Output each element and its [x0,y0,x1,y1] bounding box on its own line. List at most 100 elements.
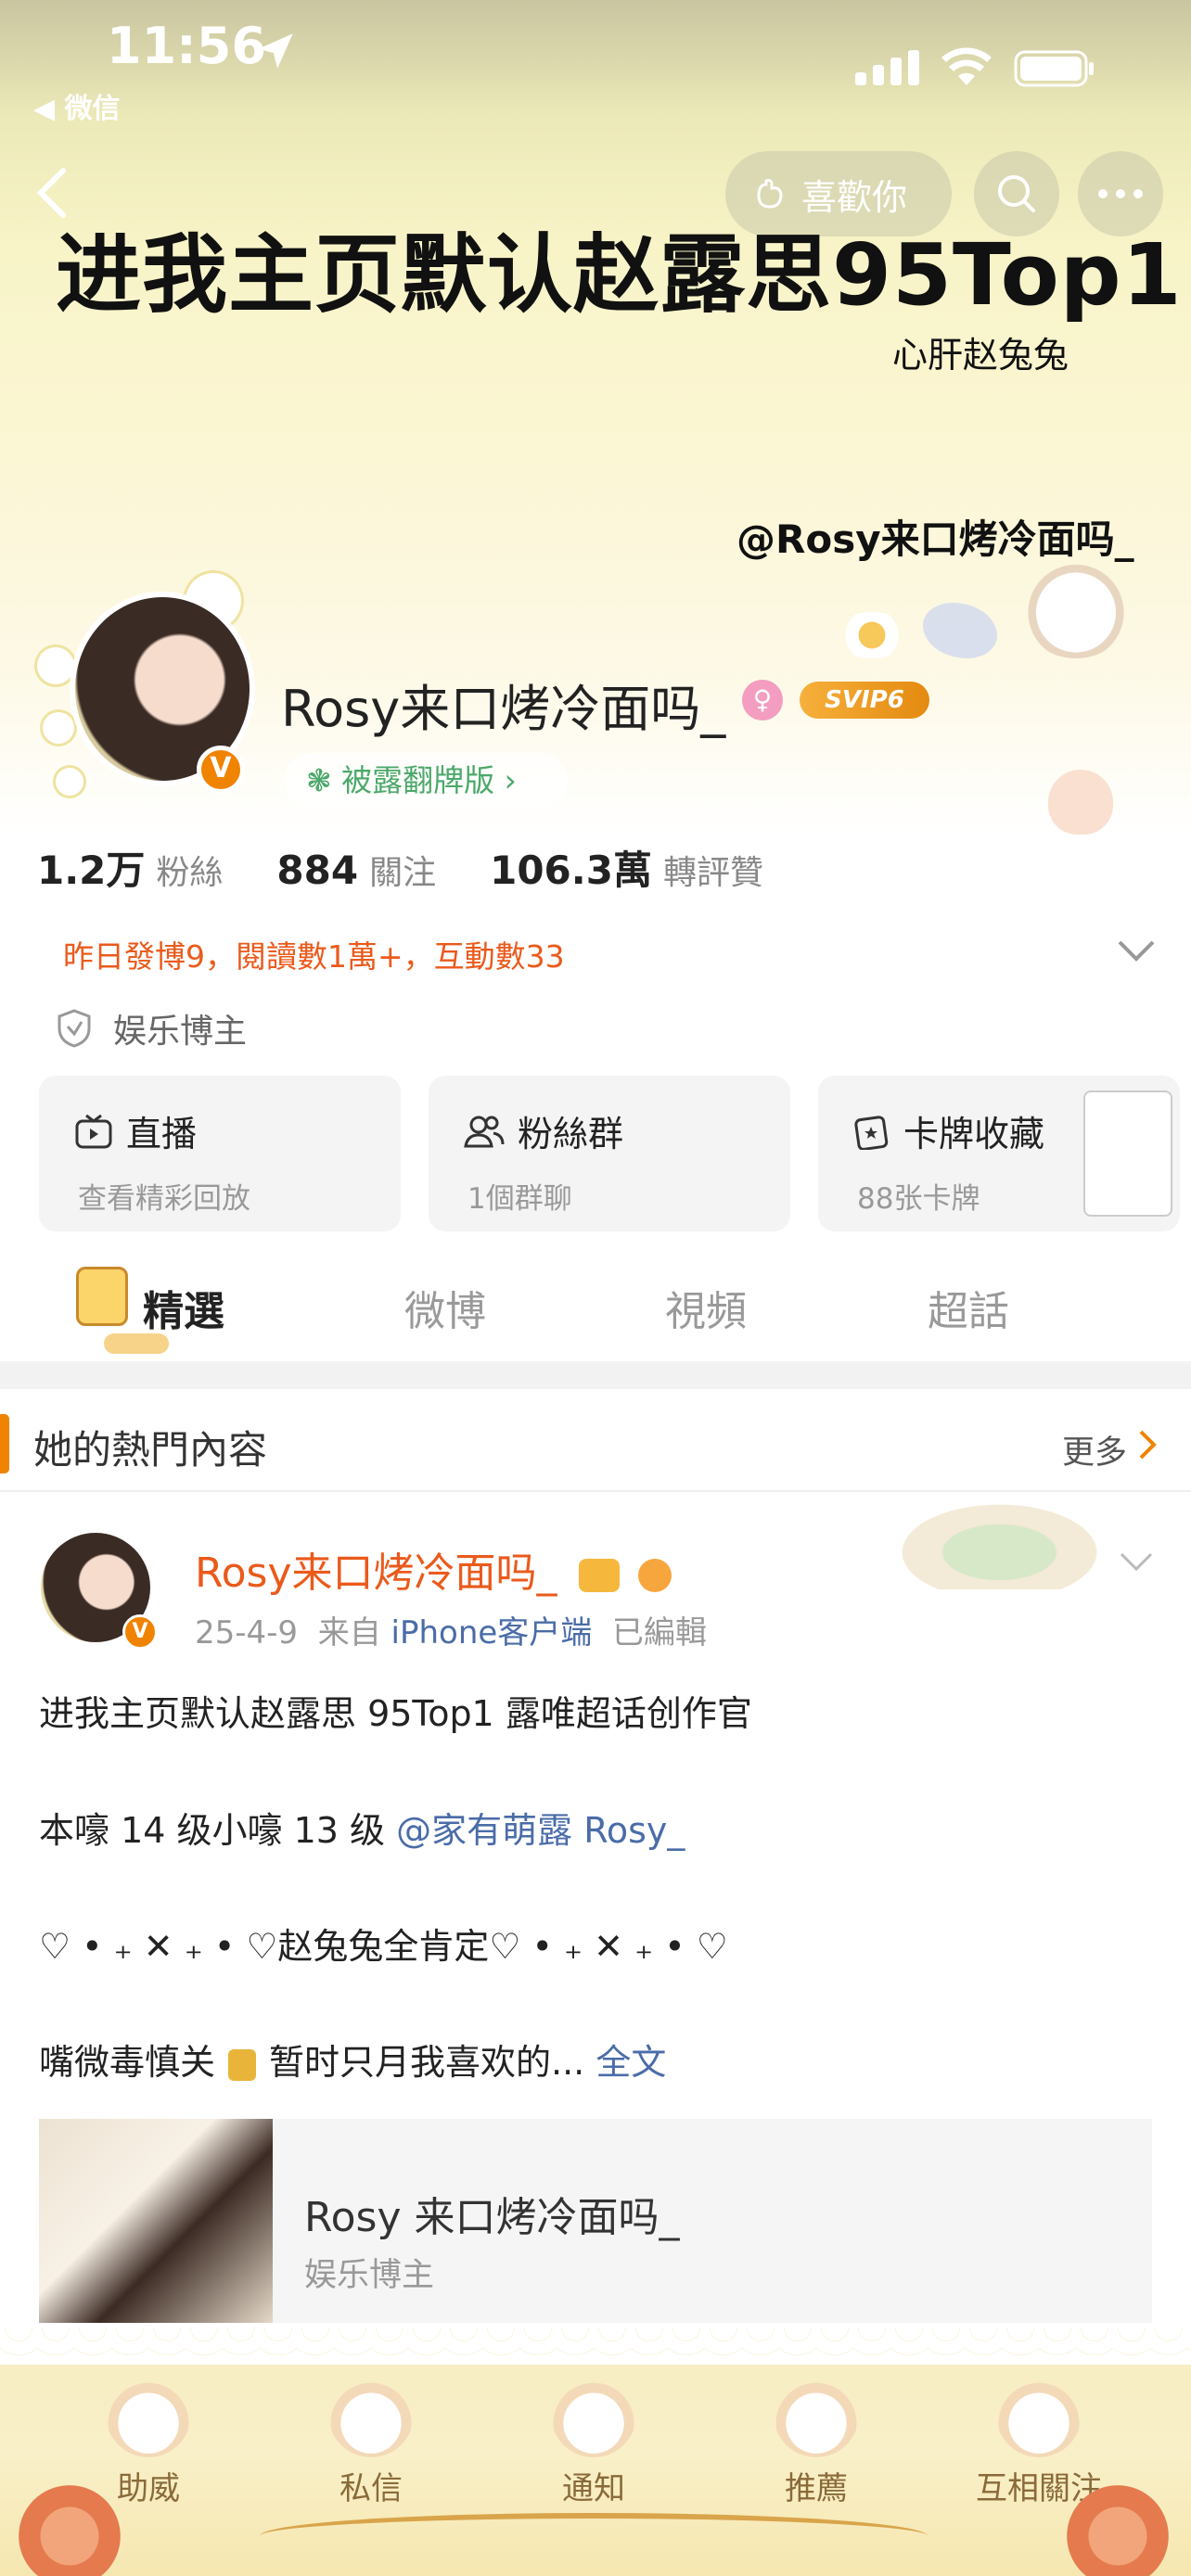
svip-badge[interactable]: SVIP6 [800,682,929,719]
custom-title-pill[interactable]: ❃ 被露翻牌版 › [284,753,568,809]
tab-videos[interactable]: 視頻 [665,1278,747,1337]
shared-profile-subtitle: 娱乐博主 [304,2257,435,2294]
bunny-icon [106,2372,191,2457]
profile-stats: 1.2万 粉絲 884 關注 106.3萬 轉評贊 [37,839,817,896]
location-arrow-icon [258,33,293,69]
activity-summary: 昨日發博9，閱讀數1萬+，互動數33 [63,938,565,975]
hot-content-title: 她的熱門內容 [33,1427,268,1473]
live-card-subtitle: 查看精彩回放 [78,1182,250,1216]
banner-subtitle: 心肝赵兔兔 [892,335,1069,376]
tab-notifications-label: 通知 [562,2470,625,2507]
bunny-icon [774,2372,859,2457]
section-accent-bar [0,1414,9,1473]
shield-icon [58,1009,91,1048]
ribbon-decoration [260,2513,928,2559]
followers-count[interactable]: 1.2万 [37,839,145,896]
post-date: 25-4-9 [195,1614,299,1651]
tab-featured[interactable]: 精選 [143,1278,224,1337]
tab-supertopic[interactable]: 超話 [928,1278,1009,1337]
battery-icon [1014,50,1094,87]
fish-icon [638,1559,672,1592]
shared-profile-card[interactable]: Rosy 来口烤冷面吗_ 娱乐博主 [39,2119,1152,2323]
tab-notifications[interactable]: 通知 [501,2372,686,2508]
post-text-b: 暂时只月我喜欢的... [269,2042,585,2083]
more-link[interactable]: 更多 [1062,1426,1127,1473]
post-from: 来自 [317,1614,381,1651]
wifi-icon [941,47,992,85]
lace-decoration [0,2327,1191,2365]
followers-label: 粉絲 [156,854,224,892]
post-meta: 25-4-9 来自 iPhone客户端 已編輯 [195,1607,707,1652]
tv-icon [75,1114,112,1148]
post-text-line: 嘴微毒慎关 暂时只月我喜欢的... 全文 [39,2034,666,2085]
post-source[interactable]: iPhone客户端 [391,1614,593,1651]
post-mention-link[interactable]: @家有萌露 Rosy_ [396,1810,685,1851]
bunny-icon [551,2372,636,2457]
fan-group-card[interactable]: 粉絲群 1個群聊 [429,1076,790,1231]
jar-icon [76,1267,128,1326]
live-card-title: 直播 [126,1114,198,1154]
post-bunny-decoration [886,1497,1113,1589]
post-text-prefix: 本嚎 14 级小嚎 13 级 [39,1810,397,1851]
following-label: 關注 [369,854,437,892]
verification-label: 娱乐博主 [113,1013,248,1051]
full-text-link[interactable]: 全文 [596,2042,666,2083]
feature-cards: 直播 查看精彩回放 粉絲群 1個群聊 卡牌收藏 88张卡牌 [39,1076,1191,1231]
following-count[interactable]: 884 [276,848,358,893]
post-text-line: ♡ • ₊ ✕ ₊ • ♡赵兔兔全肯定♡ • ₊ ✕ ₊ • ♡ [39,1926,728,1967]
cellular-signal-icon [855,50,919,85]
bunny-decoration [1020,556,1132,658]
verification-row[interactable]: 娱乐博主 [56,1004,247,1052]
custom-title-label: 被露翻牌版 › [341,762,517,798]
tab-weibo[interactable]: 微博 [404,1278,486,1337]
post-text-line: 本嚎 14 级小嚎 13 级 @家有萌露 Rosy_ [39,1802,685,1853]
post-text-line: 进我主页默认赵露思 95Top1 露唯超话创作官 [39,1693,752,1734]
reposts-likes-label: 轉評贊 [662,854,763,892]
chevron-down-icon[interactable] [1116,937,1157,964]
flower-decoration [835,612,909,658]
card-collection-card[interactable]: 卡牌收藏 88张卡牌 [818,1076,1180,1231]
bunny-icon [996,2372,1082,2457]
reposts-likes-count[interactable]: 106.3萬 [490,839,652,896]
post-verified-badge: V [122,1614,158,1650]
crown-icon [579,1559,621,1592]
fan-group-card-subtitle: 1個群聊 [467,1182,572,1216]
group-icon [464,1116,505,1147]
verified-badge: V [197,746,245,794]
lock-icon [228,2048,257,2081]
rose-decoration [1067,2485,1169,2576]
section-separator [0,1490,1191,1492]
clover-icon: ❃ [306,762,342,798]
female-icon: ♀ [742,680,783,721]
post-text-a: 嘴微毒慎关 [39,2042,216,2083]
tab-recommend[interactable]: 推薦 [724,2372,909,2508]
post-author-avatar[interactable]: V [33,1525,158,1650]
card-thumbnail [1083,1090,1172,1217]
card-icon [854,1115,889,1150]
shared-profile-image [39,2119,273,2323]
profile-tabs: 精選 微博 視頻 超話 [0,1261,1191,1363]
bunny-icon [328,2372,414,2457]
post-author-label: Rosy来口烤冷面吗_ [195,1549,557,1597]
profile-avatar[interactable]: V [37,573,260,814]
banner-title: 进我主页默认赵露思95Top1 [56,225,1183,325]
profile-username: Rosy来口烤冷面吗_ [281,680,726,738]
more-dots-icon [1098,189,1143,198]
live-card[interactable]: 直播 查看精彩回放 [39,1076,401,1231]
strawberry-decoration [1048,770,1113,835]
tab-messages[interactable]: 私信 [278,2372,464,2508]
post-author-name[interactable]: Rosy来口烤冷面吗_ [195,1539,672,1599]
status-time: 11:56 [107,17,266,75]
fan-group-card-title: 粉絲群 [518,1114,624,1154]
post-edited: 已編輯 [611,1614,707,1651]
tab-bow-decoration [104,1333,169,1354]
shared-profile-name: Rosy 来口烤冷面吗_ [304,2194,680,2241]
chevron-right-icon[interactable] [1135,1426,1161,1463]
tab-messages-label: 私信 [339,2470,403,2507]
post-chevron-down-icon[interactable] [1118,1549,1155,1575]
back-to-wechat-link[interactable]: ◀ 微信 [33,85,121,126]
tab-recommend-label: 推薦 [785,2470,848,2507]
section-divider [0,1361,1191,1389]
card-collection-title: 卡牌收藏 [903,1114,1045,1154]
bottom-tab-bar: 助威 私信 通知 推薦 互相關注 [0,2327,1191,2576]
